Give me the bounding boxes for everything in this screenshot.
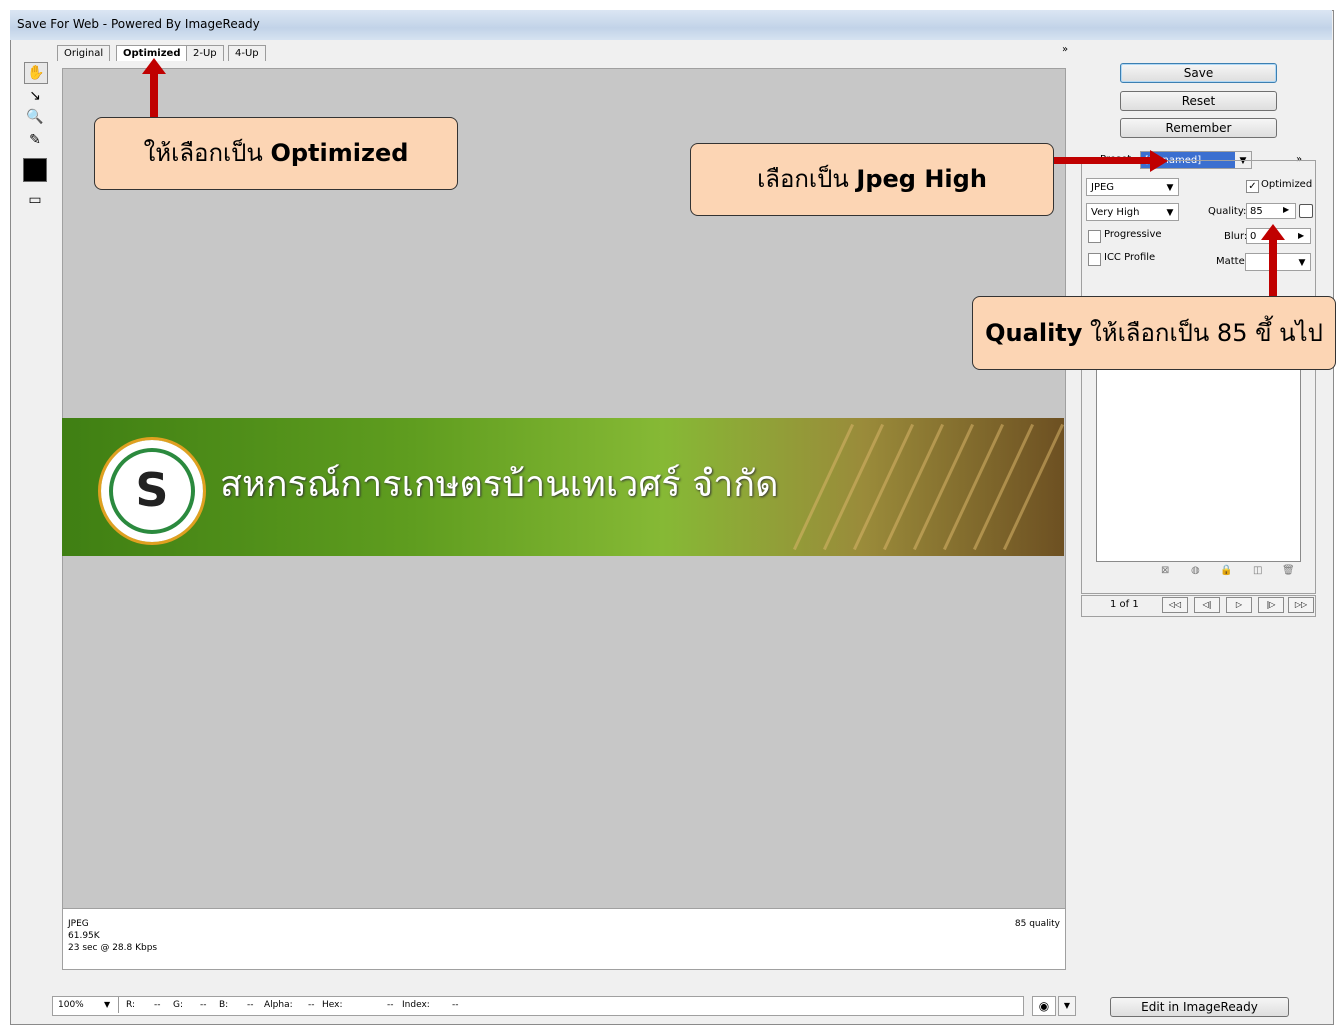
status-alpha-value: --: [308, 1000, 315, 1010]
callout-jpeg-high: เลือกเป็น Jpeg High: [690, 143, 1054, 216]
new-color-icon[interactable]: ◫: [1253, 565, 1262, 576]
cooperative-logo: S: [98, 437, 206, 545]
callout-quality: Quality ให้เลือกเป็น 85 ขึ้ นไป: [972, 296, 1336, 370]
tab-original[interactable]: Original: [57, 45, 111, 61]
window-title: Save For Web - Powered By ImageReady: [17, 17, 260, 31]
callout-text: ให้เลือกเป็น 85 ขึ้ นไป: [1082, 319, 1323, 347]
remember-button[interactable]: Remember: [1120, 118, 1277, 138]
chevron-down-icon[interactable]: ▼: [1058, 996, 1076, 1016]
arrow-shaft: [1053, 157, 1153, 164]
web-shift-icon[interactable]: ◍: [1191, 565, 1200, 576]
play-icon[interactable]: ▷: [1226, 597, 1252, 613]
status-r-value: --: [154, 1000, 161, 1010]
eyedropper-color-swatch[interactable]: [23, 158, 47, 182]
hand-tool-icon[interactable]: ✋: [24, 62, 48, 84]
zoom-value[interactable]: 100%: [58, 1000, 84, 1010]
status-r-label: R:: [126, 1000, 136, 1010]
tab-4-up[interactable]: 4-Up: [228, 45, 266, 61]
expand-icon[interactable]: »: [1062, 44, 1068, 55]
arrow-shaft: [1269, 238, 1277, 296]
callout-optimized: ให้เลือกเป็น Optimized: [94, 117, 458, 190]
callout-text: เลือกเป็น: [757, 165, 857, 193]
status-g-value: --: [200, 1000, 207, 1010]
zoom-tool-icon[interactable]: 🔍: [24, 107, 46, 127]
info-quality: 85 quality: [1014, 919, 1060, 929]
status-b-label: B:: [219, 1000, 229, 1010]
browser-icon[interactable]: ◉: [1032, 996, 1056, 1016]
callout-text: ให้เลือกเป็น: [143, 139, 271, 167]
title-bar: Save For Web - Powered By ImageReady: [10, 10, 1332, 40]
last-frame-icon[interactable]: ▷▷: [1288, 597, 1314, 613]
color-table-panel: [1096, 366, 1301, 562]
tab-2-up[interactable]: 2-Up: [186, 45, 224, 61]
callout-bold: Jpeg High: [856, 165, 987, 193]
banner-title: สหกรณ์การเกษตรบ้านเทเวศร์ จำกัด: [220, 464, 779, 505]
status-hex-label: Hex:: [322, 1000, 343, 1010]
map-to-transparent-icon[interactable]: ⊠: [1161, 565, 1169, 576]
status-alpha-label: Alpha:: [264, 1000, 293, 1010]
edit-in-imageready-button[interactable]: Edit in ImageReady: [1110, 997, 1289, 1017]
info-download-time: 23 sec @ 28.8 Kbps: [68, 943, 158, 953]
reset-button[interactable]: Reset: [1120, 91, 1277, 111]
status-g-label: G:: [173, 1000, 184, 1010]
frame-counter: 1 of 1: [1110, 599, 1139, 610]
status-b-value: --: [247, 1000, 254, 1010]
callout-bold: Optimized: [270, 139, 409, 167]
logo-mark: S: [135, 463, 169, 517]
status-bar: [52, 996, 1024, 1016]
status-hex-value: --: [387, 1000, 394, 1010]
preview-info-bar: JPEG 61.95K 23 sec @ 28.8 Kbps 85 qualit…: [62, 908, 1066, 970]
eyedropper-tool-icon[interactable]: ✎: [24, 130, 46, 150]
status-divider: [118, 997, 119, 1013]
prev-frame-icon[interactable]: ◁|: [1194, 597, 1220, 613]
first-frame-icon[interactable]: ◁◁: [1162, 597, 1188, 613]
info-size: 61.95K: [68, 931, 100, 941]
lock-color-icon[interactable]: 🔒: [1220, 565, 1232, 576]
status-index-label: Index:: [402, 1000, 430, 1010]
status-index-value: --: [452, 1000, 459, 1010]
arrow-up-icon: [142, 58, 166, 74]
callout-bold: Quality: [985, 319, 1083, 347]
next-frame-icon[interactable]: |▷: [1258, 597, 1284, 613]
delete-color-icon[interactable]: 🗑: [1282, 565, 1295, 576]
arrow-shaft: [150, 70, 158, 117]
arrow-up-icon: [1261, 224, 1285, 240]
slice-select-tool-icon[interactable]: ↘: [24, 86, 46, 106]
info-format: JPEG: [68, 919, 89, 929]
browser-preview-icon[interactable]: ▭: [24, 190, 46, 210]
save-button[interactable]: Save: [1120, 63, 1277, 83]
arrow-right-icon: [1150, 150, 1168, 172]
chevron-down-icon[interactable]: ▼: [104, 1000, 110, 1009]
